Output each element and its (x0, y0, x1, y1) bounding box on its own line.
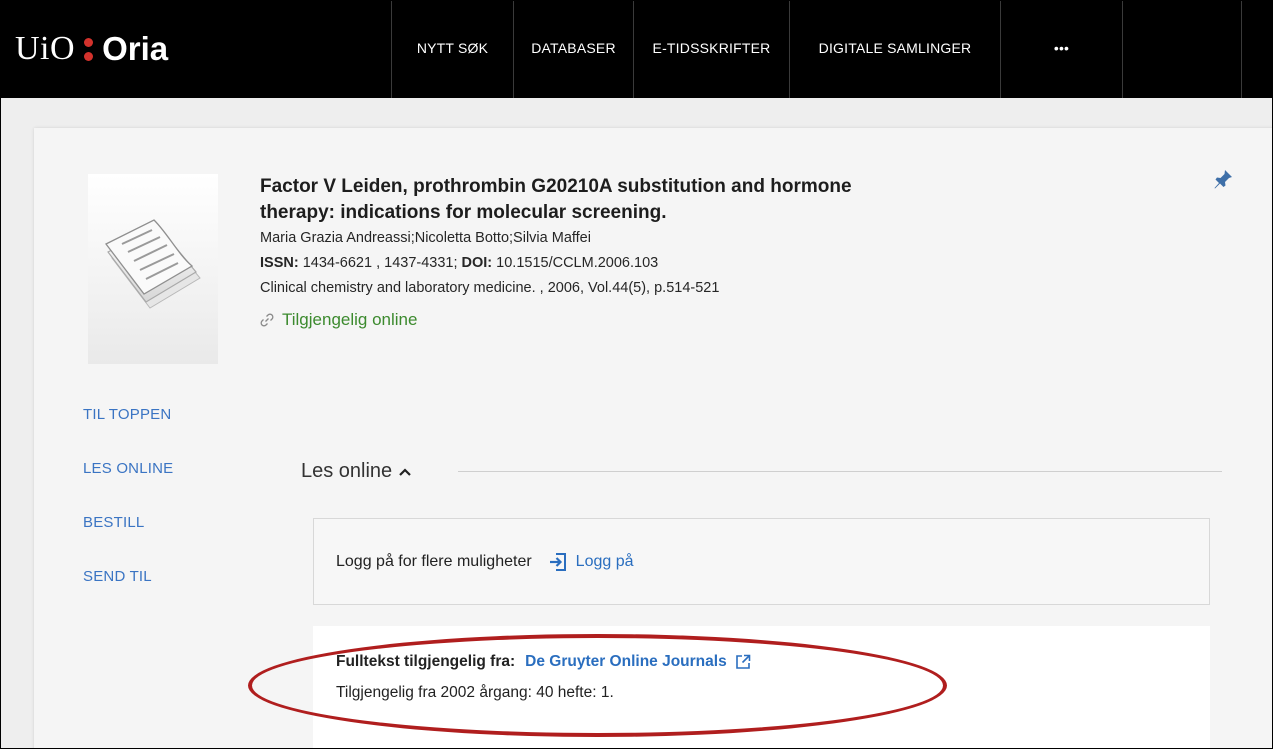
external-link-icon[interactable] (735, 654, 751, 670)
nav-e-journals[interactable]: E-TIDSSKRIFTER (633, 1, 789, 98)
coverage-text: Tilgjengelig fra 2002 årgang: 40 hefte: … (336, 684, 614, 701)
record-card: Factor V Leiden, prothrombin G20210A sub… (34, 128, 1272, 748)
fulltext-label: Fulltekst tilgjengelig fra: (336, 653, 516, 670)
les-online-title: Les online (301, 460, 393, 482)
nav-databases[interactable]: DATABASER (513, 1, 633, 98)
issn-label: ISSN: (260, 255, 299, 271)
sidenav-til-toppen[interactable]: TIL TOPPEN (83, 404, 173, 458)
sign-in-icon (549, 552, 566, 571)
sidenav-send-til[interactable]: SEND TIL (83, 566, 173, 620)
nav-more-button[interactable]: ••• (1000, 1, 1122, 98)
nav-digital-collections[interactable]: DIGITALE SAMLINGER (789, 1, 1000, 98)
record-source: Clinical chemistry and laboratory medici… (260, 280, 720, 296)
link-icon (260, 313, 274, 327)
nav-empty-slot (1122, 1, 1242, 98)
les-online-heading[interactable]: Les online (301, 460, 412, 483)
main-nav: NYTT SØK DATABASER E-TIDSSKRIFTER DIGITA… (391, 1, 1242, 98)
fulltext-availability-box: Fulltekst tilgjengelig fra: De Gruyter O… (313, 626, 1210, 748)
sidenav-les-online[interactable]: LES ONLINE (83, 458, 173, 512)
record-identifiers: ISSN: 1434-6621 , 1437-4331; DOI: 10.151… (260, 251, 900, 276)
nav-new-search[interactable]: NYTT SØK (391, 1, 513, 98)
doi-label: DOI: (461, 255, 493, 271)
record-section-nav: TIL TOPPEN LES ONLINE BESTILL SEND TIL (83, 404, 173, 620)
login-prompt-box: Logg på for flere muligheter Logg på (313, 518, 1210, 605)
uio-oria-logo[interactable]: UiO Oria (15, 29, 168, 69)
record-title[interactable]: Factor V Leiden, prothrombin G20210A sub… (260, 174, 900, 226)
chevron-up-icon (399, 467, 411, 476)
availability-text: Tilgjengelig online (282, 310, 418, 329)
logo-oria-text: Oria (102, 30, 169, 67)
document-pages-icon (105, 219, 201, 309)
document-thumbnail (88, 174, 218, 364)
sidenav-bestill[interactable]: BESTILL (83, 512, 173, 566)
availability-link[interactable]: Tilgjengelig online (260, 310, 900, 330)
pin-icon[interactable] (1212, 168, 1234, 195)
login-button[interactable]: Logg på (548, 552, 634, 572)
record-authors: Maria Grazia Andreassi;Nicoletta Botto;S… (260, 230, 591, 246)
section-divider (458, 471, 1222, 472)
logo-dots-icon (84, 37, 94, 61)
logo-uio-text: UiO (15, 30, 76, 67)
login-button-label: Logg på (575, 552, 634, 570)
record-details: Factor V Leiden, prothrombin G20210A sub… (260, 174, 900, 330)
issn-value: 1434-6621 , 1437-4331; (298, 255, 462, 271)
fulltext-row: Fulltekst tilgjengelig fra: De Gruyter O… (336, 653, 751, 671)
doi-value: 10.1515/CCLM.2006.103 (492, 255, 659, 271)
login-prompt-text: Logg på for flere muligheter (336, 552, 532, 570)
top-navigation-bar: UiO Oria NYTT SØK DATABASER E-TIDSSKRIFT… (1, 1, 1272, 98)
browser-viewport: UiO Oria NYTT SØK DATABASER E-TIDSSKRIFT… (0, 0, 1273, 749)
fulltext-source-link[interactable]: De Gruyter Online Journals (525, 653, 727, 671)
